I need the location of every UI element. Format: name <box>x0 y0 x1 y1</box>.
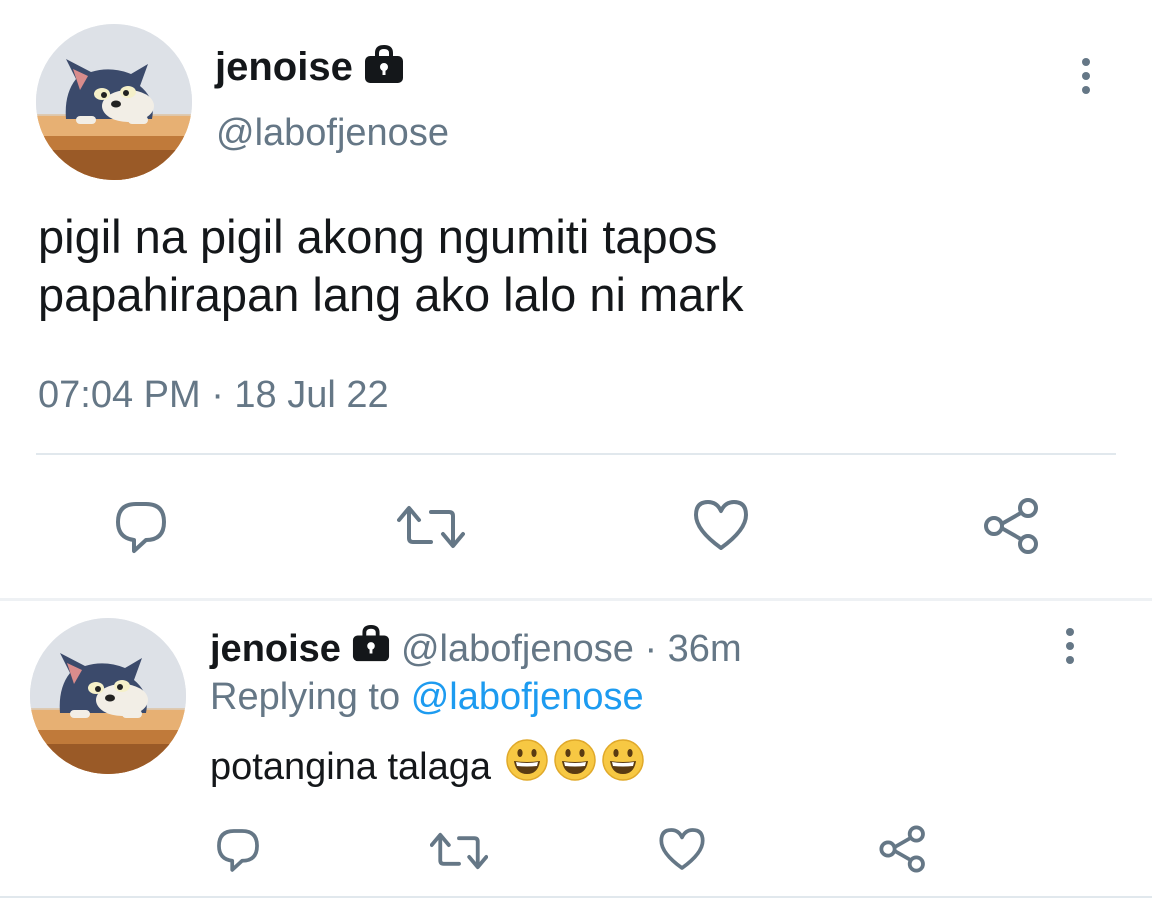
main-avatar[interactable] <box>36 24 192 180</box>
retweet-icon[interactable] <box>397 500 465 554</box>
reply-icon[interactable] <box>112 498 170 556</box>
grinning-face-emoji <box>553 738 597 796</box>
reply-icon[interactable] <box>214 826 262 874</box>
replying-to-handle[interactable]: @labofjenose <box>411 676 644 718</box>
main-handle[interactable]: @labofjenose <box>216 112 449 155</box>
lock-icon <box>363 44 405 90</box>
share-icon[interactable] <box>982 496 1042 556</box>
reply-display-name[interactable]: jenoise <box>210 628 341 671</box>
retweet-icon[interactable] <box>430 828 488 874</box>
more-options-icon[interactable] <box>1082 58 1090 94</box>
replying-to-label: Replying to <box>210 676 401 718</box>
lock-icon <box>351 624 391 673</box>
cat-avatar-image <box>30 618 186 774</box>
grinning-face-emoji <box>601 738 645 796</box>
main-display-name[interactable]: jenoise <box>215 45 353 90</box>
bottom-divider <box>0 896 1152 898</box>
more-options-icon[interactable] <box>1066 628 1074 664</box>
like-icon[interactable] <box>692 498 750 552</box>
reply-avatar[interactable] <box>30 618 186 774</box>
main-tweet-line-1: pigil na pigil akong ngumiti tapos <box>38 210 718 263</box>
main-tweet-line-2: papahirapan lang ako lalo ni mark <box>38 268 744 321</box>
main-divider <box>36 453 1116 455</box>
share-icon[interactable] <box>878 824 928 874</box>
section-divider <box>0 598 1152 601</box>
reply-tweet-text: potangina talaga <box>210 746 492 788</box>
main-tweet-text: pigil na pigil akong ngumiti tapos papah… <box>38 208 743 324</box>
like-icon[interactable] <box>658 826 706 872</box>
grinning-face-emoji <box>505 738 549 796</box>
reply-handle-time[interactable]: @labofjenose · 36m <box>401 628 742 671</box>
cat-avatar-image <box>36 24 192 180</box>
main-timestamp[interactable]: 07:04 PM · 18 Jul 22 <box>38 374 389 417</box>
